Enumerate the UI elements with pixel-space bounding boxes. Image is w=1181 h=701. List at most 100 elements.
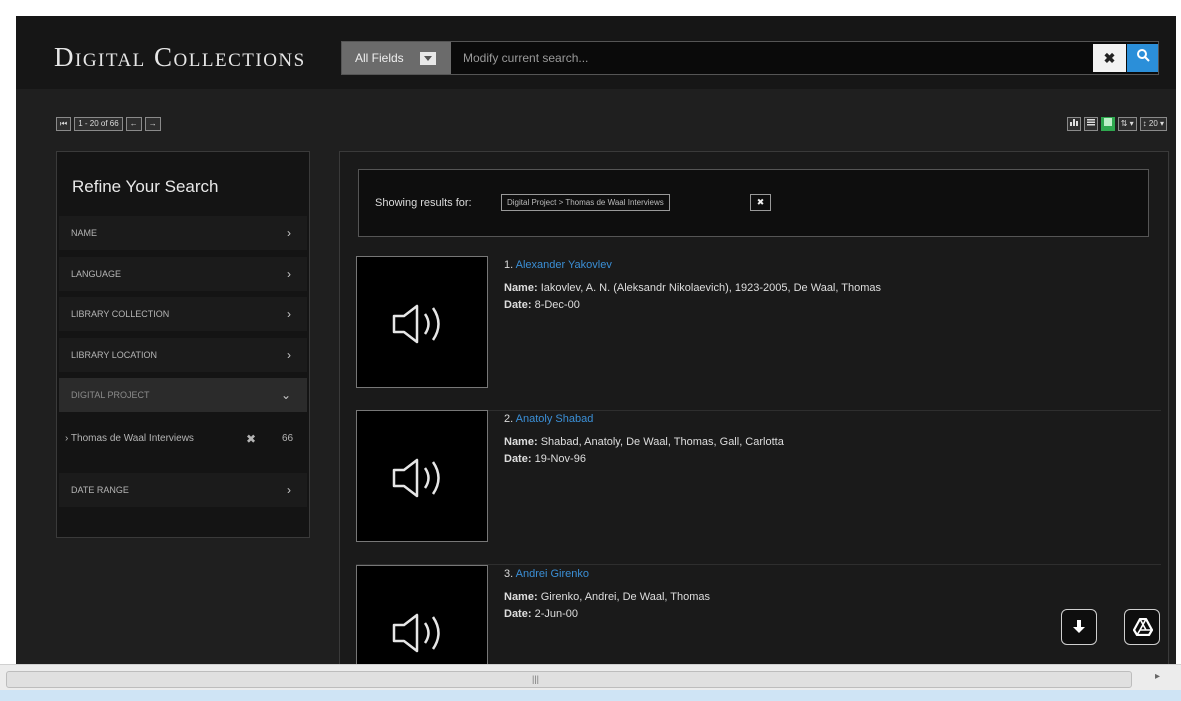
horizontal-scrollbar[interactable]: ||| ▸ <box>0 664 1181 701</box>
google-drive-icon <box>1133 618 1153 636</box>
result-item: 2. Anatoly Shabad Name: Shabad, Anatoly,… <box>356 410 1161 565</box>
result-date: Date: 8-Dec-00 <box>504 299 580 311</box>
facet-library-collection[interactable]: LIBRARY COLLECTION › <box>59 297 307 331</box>
pagination: ⏮ 1 - 20 of 66 ← → <box>56 117 161 131</box>
download-icon <box>1073 620 1085 633</box>
facet-value-thomas-de-waal[interactable]: › Thomas de Waal Interviews ✖ 66 <box>59 420 307 472</box>
result-title[interactable]: 2. Anatoly Shabad <box>504 413 593 425</box>
facet-label: LIBRARY COLLECTION <box>71 309 170 319</box>
result-item: 1. Alexander Yakovlev Name: Iakovlev, A.… <box>356 256 1161 411</box>
result-name: Name: Shabad, Anatoly, De Waal, Thomas, … <box>504 436 784 448</box>
gallery-icon <box>1069 119 1078 126</box>
date-label: Date: <box>504 453 532 465</box>
view-controls: ⇅ ▾ ↕ 20 ▾ <box>1066 117 1167 131</box>
google-drive-button[interactable] <box>1124 609 1160 645</box>
result-number: 1. <box>504 259 514 271</box>
facet-label: LANGUAGE <box>71 269 122 279</box>
sort-dropdown[interactable]: ⇅ ▾ <box>1117 117 1137 131</box>
result-title-link[interactable]: Andrei Girenko <box>516 568 589 580</box>
date-label: Date: <box>504 608 532 620</box>
scroll-right-arrow-icon[interactable]: ▸ <box>1155 671 1160 682</box>
site-brand[interactable]: Digital Collections <box>54 42 306 73</box>
name-value: Girenko, Andrei, De Waal, Thomas <box>540 591 711 603</box>
prev-page-button[interactable]: ← <box>125 117 142 131</box>
close-icon: ✖ <box>1103 50 1116 66</box>
result-title[interactable]: 1. Alexander Yakovlev <box>504 259 612 271</box>
per-page-dropdown[interactable]: ↕ 20 ▾ <box>1139 117 1167 131</box>
results-panel: Showing results for: Digital Project > T… <box>339 151 1169 664</box>
facet-digital-project[interactable]: DIGITAL PROJECT ⌄ <box>59 378 307 412</box>
search-input[interactable] <box>451 42 1089 74</box>
active-filters-box: Showing results for: Digital Project > T… <box>358 169 1149 237</box>
date-label: Date: <box>504 299 532 311</box>
chevron-right-icon: › <box>287 267 291 281</box>
digital-collections-app: Digital Collections All Fields ✖ <box>16 16 1176 664</box>
dropdown-caret-icon <box>420 52 436 65</box>
result-title[interactable]: 3. Andrei Girenko <box>504 568 589 580</box>
result-title-link[interactable]: Alexander Yakovlev <box>516 259 612 271</box>
grid-view-button[interactable] <box>1100 117 1115 131</box>
result-title-link[interactable]: Anatoly Shabad <box>516 413 594 425</box>
showing-results-label: Showing results for: <box>375 197 472 209</box>
chevron-right-icon: › <box>287 483 291 497</box>
site-header: Digital Collections All Fields ✖ <box>16 16 1176 89</box>
name-label: Name: <box>504 282 538 294</box>
facet-value-label[interactable]: › Thomas de Waal Interviews <box>65 433 194 444</box>
date-value: 8-Dec-00 <box>534 299 580 311</box>
result-number: 2. <box>504 413 514 425</box>
speaker-icon <box>392 613 440 653</box>
result-number: 3. <box>504 568 514 580</box>
search-field-label: All Fields <box>355 51 404 65</box>
scrollbar-grip: ||| <box>532 674 540 684</box>
facet-library-location[interactable]: LIBRARY LOCATION › <box>59 338 307 372</box>
active-filter-chip[interactable]: Digital Project > Thomas de Waal Intervi… <box>501 194 670 211</box>
chevron-right-icon: › <box>287 307 291 321</box>
facet-date-range[interactable]: DATE RANGE › <box>59 473 307 507</box>
list-view-button[interactable] <box>1083 117 1098 131</box>
name-value: Iakovlev, A. N. (Aleksandr Nikolaevich),… <box>540 282 882 294</box>
chevron-right-icon: › <box>287 348 291 362</box>
first-page-button[interactable]: ⏮ <box>56 117 72 131</box>
list-icon <box>1086 119 1095 126</box>
audio-thumbnail[interactable] <box>356 565 488 664</box>
search-bar: All Fields ✖ <box>341 41 1159 75</box>
search-icon <box>1136 49 1150 62</box>
download-button[interactable] <box>1061 609 1097 645</box>
remove-filter-button[interactable]: ✖ <box>750 194 771 211</box>
gallery-view-button[interactable] <box>1066 117 1081 131</box>
name-label: Name: <box>504 436 538 448</box>
facet-label: LIBRARY LOCATION <box>71 350 158 360</box>
page-range[interactable]: 1 - 20 of 66 <box>74 117 123 131</box>
speaker-icon <box>392 304 440 344</box>
audio-thumbnail[interactable] <box>356 256 488 388</box>
browser-viewport: Digital Collections All Fields ✖ <box>0 0 1181 701</box>
speaker-icon <box>392 458 440 498</box>
remove-facet-icon[interactable]: ✖ <box>246 432 256 446</box>
facet-label: DIGITAL PROJECT <box>71 390 150 400</box>
date-value: 19-Nov-96 <box>534 453 586 465</box>
refine-sidebar: Refine Your Search NAME › LANGUAGE › LIB… <box>56 151 310 538</box>
result-name: Name: Iakovlev, A. N. (Aleksandr Nikolae… <box>504 282 881 294</box>
facet-value-count: 66 <box>282 433 294 444</box>
result-name: Name: Girenko, Andrei, De Waal, Thomas <box>504 591 710 603</box>
sidebar-title: Refine Your Search <box>72 177 219 196</box>
window-bottom-edge <box>0 690 1181 701</box>
facet-name[interactable]: NAME › <box>59 216 307 250</box>
search-field-select[interactable]: All Fields <box>342 42 451 74</box>
facet-label: NAME <box>71 228 98 238</box>
next-page-button[interactable]: → <box>144 117 161 131</box>
chevron-down-icon: ⌄ <box>280 388 291 402</box>
search-button[interactable] <box>1127 44 1158 72</box>
date-value: 2-Jun-00 <box>534 608 578 620</box>
name-value: Shabad, Anatoly, De Waal, Thomas, Gall, … <box>540 436 784 448</box>
scrollbar-thumb[interactable]: ||| <box>6 671 1132 688</box>
result-item: 3. Andrei Girenko Name: Girenko, Andrei,… <box>356 565 1161 664</box>
facet-language[interactable]: LANGUAGE › <box>59 257 307 291</box>
clear-search-button[interactable]: ✖ <box>1093 44 1126 72</box>
result-date: Date: 2-Jun-00 <box>504 608 578 620</box>
audio-thumbnail[interactable] <box>356 410 488 542</box>
chevron-right-icon: › <box>287 226 291 240</box>
grid-icon <box>1103 118 1112 126</box>
result-date: Date: 19-Nov-96 <box>504 453 586 465</box>
facet-label: DATE RANGE <box>71 485 129 495</box>
